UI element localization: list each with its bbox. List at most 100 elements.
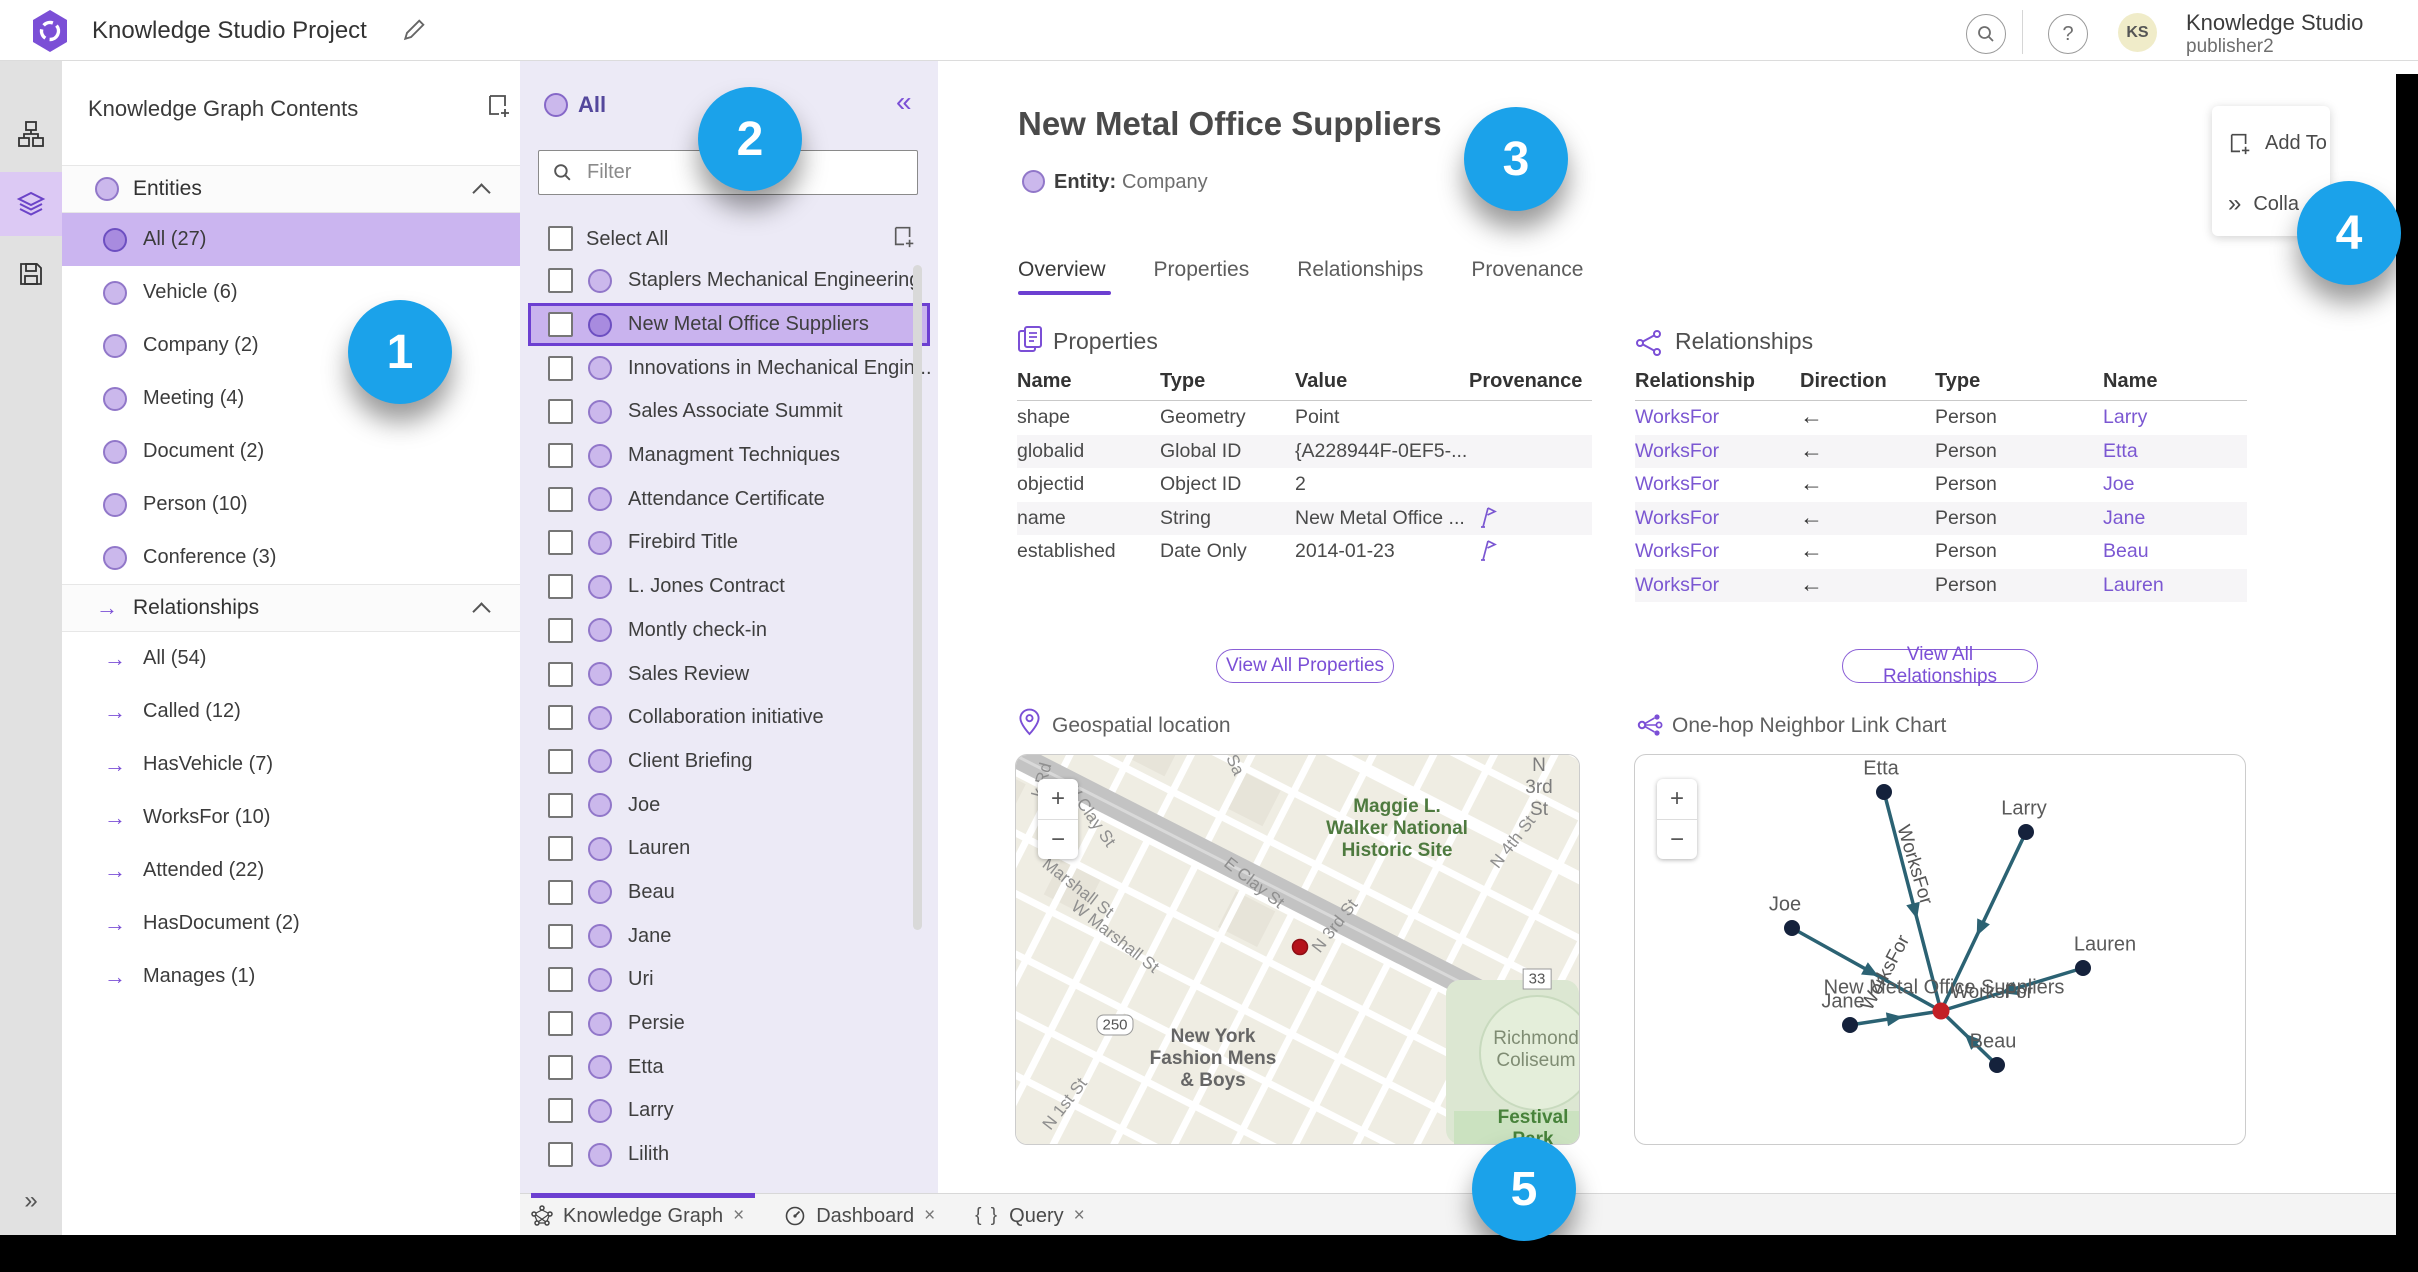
- zoom-in-button[interactable]: +: [1657, 779, 1697, 820]
- list-item[interactable]: New Metal Office Suppliers: [528, 302, 930, 347]
- sidebar-item-document[interactable]: Document (2): [62, 425, 520, 478]
- list-item[interactable]: Managment Techniques: [520, 434, 938, 478]
- rail-save-button[interactable]: [0, 242, 62, 306]
- cell-name[interactable]: Larry: [2103, 406, 2147, 429]
- expand-rail-button[interactable]: »: [0, 1187, 62, 1215]
- sidebar-item-conference[interactable]: Conference (3): [62, 531, 520, 584]
- cell-relationship[interactable]: WorksFor: [1635, 440, 1719, 463]
- sidebar-item-called[interactable]: → Called (12): [62, 685, 520, 738]
- select-all-checkbox[interactable]: [548, 226, 573, 251]
- tab-overview[interactable]: Overview: [1018, 258, 1106, 282]
- sidebar-item-all[interactable]: All (27): [62, 213, 520, 266]
- rail-layers-button[interactable]: [0, 172, 62, 236]
- cell-relationship[interactable]: WorksFor: [1635, 540, 1719, 563]
- view-all-relationships-button[interactable]: View All Relationships: [1842, 644, 2038, 687]
- list-item[interactable]: Beau: [520, 871, 938, 915]
- list-item[interactable]: Attendance Certificate: [520, 477, 938, 521]
- chevron-up-icon[interactable]: [472, 183, 491, 202]
- checkbox[interactable]: [548, 661, 573, 687]
- list-item[interactable]: Sales Associate Summit: [520, 390, 938, 434]
- list-item[interactable]: Client Briefing: [520, 740, 938, 784]
- view-all-properties-button[interactable]: View All Properties: [1216, 649, 1394, 683]
- cell-name[interactable]: Joe: [2103, 473, 2134, 496]
- tab-provenance[interactable]: Provenance: [1471, 258, 1583, 282]
- checkbox[interactable]: [548, 748, 573, 774]
- edit-title-icon[interactable]: [400, 16, 428, 44]
- sidebar-item-manages[interactable]: → Manages (1): [62, 950, 520, 1003]
- cell-relationship[interactable]: WorksFor: [1635, 507, 1719, 530]
- list-item[interactable]: Innovations in Mechanical Engin...: [520, 346, 938, 390]
- section-header-relationships[interactable]: → Relationships: [62, 584, 520, 632]
- sidebar-item-hasvehicle[interactable]: → HasVehicle (7): [62, 738, 520, 791]
- list-item[interactable]: Staplers Mechanical Engineering: [520, 259, 938, 303]
- link-chart[interactable]: Etta Larry Joe Lauren Jane Beau New Metal Offi…: [1634, 754, 2246, 1145]
- list-scrollbar[interactable]: [913, 265, 922, 930]
- list-item[interactable]: Joe: [520, 783, 938, 827]
- close-icon[interactable]: ×: [733, 1205, 744, 1227]
- list-item[interactable]: Etta: [520, 1045, 938, 1089]
- sidebar-item-vehicle[interactable]: Vehicle (6): [62, 266, 520, 319]
- avatar[interactable]: KS: [2118, 13, 2157, 52]
- list-item[interactable]: Jane: [520, 914, 938, 958]
- add-to-menu-item[interactable]: Add To: [2212, 123, 2330, 163]
- close-icon[interactable]: ×: [924, 1205, 935, 1227]
- provenance-flag-icon[interactable]: [1477, 505, 1497, 529]
- list-item[interactable]: Lilith: [520, 1133, 938, 1177]
- zoom-in-button[interactable]: +: [1038, 779, 1078, 820]
- bottom-tab-knowledge-graph[interactable]: Knowledge Graph ×: [531, 1205, 744, 1228]
- checkbox[interactable]: [548, 1142, 573, 1168]
- checkbox[interactable]: [548, 312, 573, 338]
- rail-schema-button[interactable]: [0, 102, 62, 166]
- section-header-entities[interactable]: Entities: [62, 165, 520, 213]
- checkbox[interactable]: [548, 574, 573, 600]
- list-item[interactable]: Uri: [520, 958, 938, 1002]
- add-to-new-icon[interactable]: [486, 92, 513, 119]
- cell-relationship[interactable]: WorksFor: [1635, 473, 1719, 496]
- cell-name[interactable]: Lauren: [2103, 574, 2164, 597]
- sidebar-item-attended[interactable]: → Attended (22): [62, 844, 520, 897]
- checkbox[interactable]: [548, 1011, 573, 1037]
- cell-relationship[interactable]: WorksFor: [1635, 574, 1719, 597]
- checkbox[interactable]: [548, 792, 573, 818]
- list-item[interactable]: Firebird Title: [520, 521, 938, 565]
- chevron-up-icon[interactable]: [472, 602, 491, 621]
- sidebar-item-person[interactable]: Person (10): [62, 478, 520, 531]
- cell-relationship[interactable]: WorksFor: [1635, 406, 1719, 429]
- sidebar-item-hasdocument[interactable]: → HasDocument (2): [62, 897, 520, 950]
- list-item[interactable]: Montly check-in: [520, 609, 938, 653]
- list-item[interactable]: Collaboration initiative: [520, 696, 938, 740]
- checkbox[interactable]: [548, 617, 573, 643]
- sidebar-item-all[interactable]: → All (54): [62, 632, 520, 685]
- zoom-out-button[interactable]: −: [1038, 820, 1078, 860]
- checkbox[interactable]: [548, 879, 573, 905]
- close-icon[interactable]: ×: [1074, 1205, 1085, 1227]
- list-item[interactable]: Persie: [520, 1002, 938, 1046]
- checkbox[interactable]: [548, 923, 573, 949]
- checkbox[interactable]: [548, 399, 573, 425]
- bottom-tab-dashboard[interactable]: Dashboard ×: [784, 1205, 935, 1228]
- checkbox[interactable]: [548, 530, 573, 556]
- checkbox[interactable]: [548, 1098, 573, 1124]
- collapse-panel-icon[interactable]: «: [896, 86, 912, 118]
- provenance-flag-icon[interactable]: [1477, 538, 1497, 562]
- tab-relationships[interactable]: Relationships: [1297, 258, 1423, 282]
- sidebar-item-meeting[interactable]: Meeting (4): [62, 372, 520, 425]
- list-item[interactable]: Sales Review: [520, 652, 938, 696]
- cell-name[interactable]: Etta: [2103, 440, 2138, 463]
- checkbox[interactable]: [548, 836, 573, 862]
- checkbox[interactable]: [548, 355, 573, 381]
- help-button[interactable]: ?: [2048, 14, 2088, 54]
- checkbox[interactable]: [548, 705, 573, 731]
- tab-properties[interactable]: Properties: [1154, 258, 1250, 282]
- checkbox[interactable]: [548, 1054, 573, 1080]
- checkbox[interactable]: [548, 967, 573, 993]
- zoom-out-button[interactable]: −: [1657, 820, 1697, 860]
- sidebar-item-worksfor[interactable]: → WorksFor (10): [62, 791, 520, 844]
- add-selection-icon[interactable]: [892, 224, 917, 249]
- list-item[interactable]: Lauren: [520, 827, 938, 871]
- cell-name[interactable]: Beau: [2103, 540, 2149, 563]
- checkbox[interactable]: [548, 268, 573, 294]
- list-item[interactable]: Larry: [520, 1089, 938, 1133]
- bottom-tab-query[interactable]: { } Query ×: [975, 1205, 1085, 1228]
- list-item[interactable]: L. Jones Contract: [520, 565, 938, 609]
